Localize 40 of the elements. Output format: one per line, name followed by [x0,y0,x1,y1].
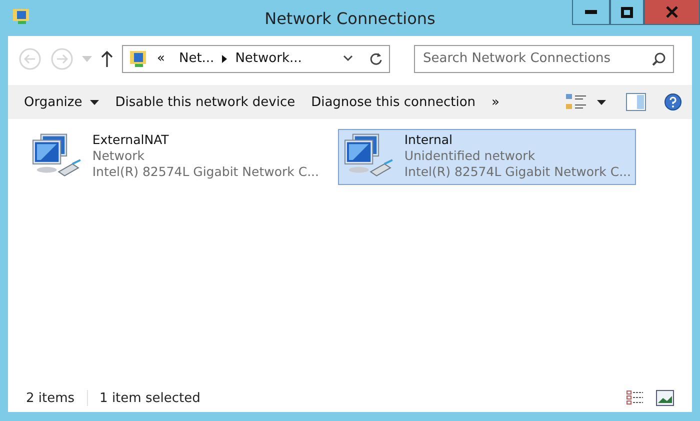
toolbar-button[interactable]: Organize [18,90,106,114]
minimize-icon [585,10,597,14]
connection-name: ExternalNAT [92,132,170,148]
maximize-button[interactable] [610,0,644,25]
window-title: Network Connections [264,8,436,28]
details-view-icon[interactable] [626,390,644,406]
toolbar-button[interactable]: Disable this network device [109,90,302,114]
close-icon [666,6,678,18]
large-icons-view-icon[interactable] [656,390,674,406]
preview-pane-icon[interactable] [626,93,646,111]
adapter-name: Intel(R) 82574L Gigabit Network C... [404,164,631,180]
up-button[interactable] [100,50,114,68]
search-field[interactable]: Search Network Connections [414,44,674,72]
connection-name: Internal [404,132,454,148]
connection-status: Network [92,148,146,164]
connection-status: Unidentified network [404,148,536,164]
connection-item[interactable]: Internal Unidentified network Intel(R) 82574L Gigabit Network C... [338,129,636,185]
refresh-icon[interactable] [369,52,383,66]
toolbar-button[interactable]: Diagnose this connection [305,90,482,114]
maximize-icon [621,6,633,18]
more-commands-button[interactable]: » [486,90,506,114]
breadcrumb[interactable]: Network... [235,51,302,66]
address-bar[interactable]: « Net... Network... [122,44,390,72]
breadcrumb[interactable]: Net... [178,51,214,66]
view-dropdown-icon[interactable] [597,100,606,104]
close-button[interactable] [644,0,700,25]
item-count: 2 items [26,390,75,406]
caret-icon [90,100,100,104]
connection-item[interactable]: ExternalNAT Network Intel(R) 82574L Gigabit Network C... [26,129,324,185]
address-overflow: « [157,51,165,66]
minimize-button[interactable] [572,0,610,25]
search-icon [652,52,666,66]
chevron-icon [222,54,228,62]
selection-count: 1 item selected [100,390,200,406]
network-folder-icon [12,6,32,26]
change-view-icon[interactable] [565,92,587,112]
network-folder-icon [129,48,149,68]
dropdown-icon[interactable] [343,55,353,62]
adapter-name: Intel(R) 82574L Gigabit Network C... [92,164,319,180]
help-icon[interactable] [664,93,682,111]
